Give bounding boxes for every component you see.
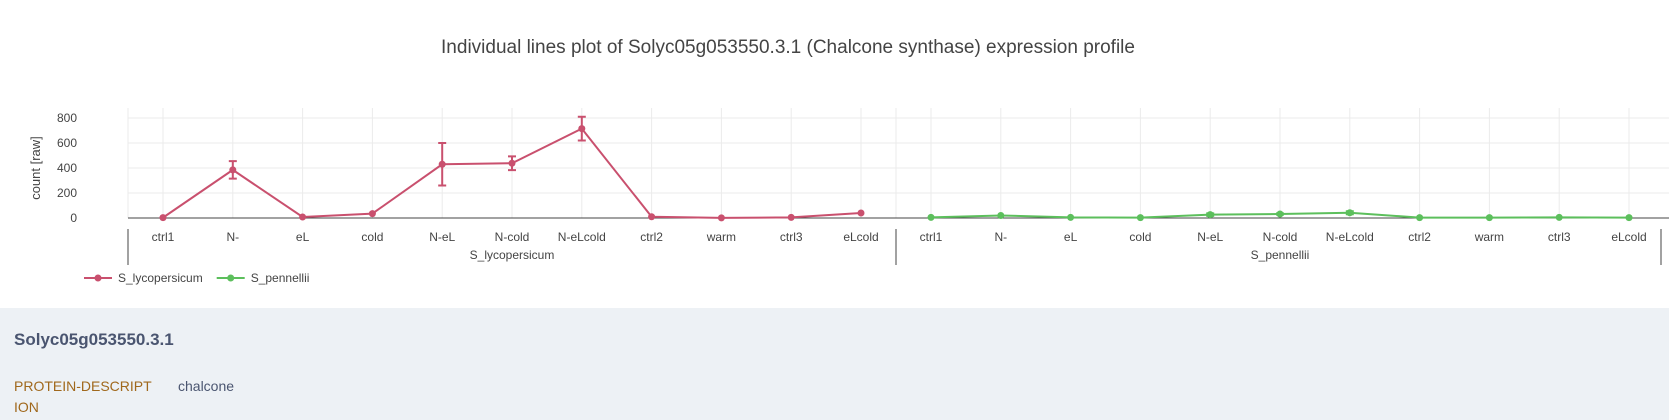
expression-chart: Individual lines plot of Solyc05g053550.… — [28, 37, 1669, 285]
x-tick-label: cold — [361, 230, 383, 244]
y-tick-label: 400 — [57, 161, 77, 175]
data-point — [927, 213, 935, 221]
y-axis-title: count [raw] — [28, 136, 43, 200]
data-point — [1136, 214, 1144, 222]
x-tick-label: N- — [994, 230, 1007, 244]
data-point — [1485, 214, 1493, 222]
y-tick-label: 0 — [70, 211, 77, 225]
y-tick-label: 200 — [57, 186, 77, 200]
x-tick-label: N-eLcold — [1326, 230, 1374, 244]
data-point — [299, 213, 307, 221]
x-tick-label: warm — [706, 230, 736, 244]
group-label: S_lycopersicum — [470, 248, 555, 262]
axes: 0200400600800ctrl1 N-eL cold N-eL N-cold N-eL… — [57, 111, 1669, 265]
x-tick-label: ctrl1 — [152, 230, 175, 244]
info-key-label: PROTEIN-DESCRIPTION — [14, 378, 152, 415]
data-point — [1067, 213, 1075, 221]
x-tick-label: N-eLcold — [558, 230, 606, 244]
legend-item-label[interactable]: S_pennellii — [251, 271, 310, 285]
data-point — [1416, 214, 1424, 222]
data-point — [997, 212, 1005, 219]
x-tick-label: N-cold — [495, 230, 530, 244]
legend[interactable]: S_lycopersicum S_pennellii — [84, 271, 309, 285]
data-point — [1346, 209, 1354, 217]
data-point — [1625, 214, 1633, 222]
data-point — [508, 159, 516, 167]
x-tick-label: warm — [1474, 230, 1504, 244]
y-tick-label: 600 — [57, 136, 77, 150]
legend-swatch-marker[interactable] — [94, 274, 102, 282]
x-tick-label: N-cold — [1263, 230, 1298, 244]
data-point — [1555, 213, 1563, 221]
x-tick-label: N-eL — [1197, 230, 1223, 244]
x-tick-label: N- — [226, 230, 239, 244]
grid — [127, 108, 1669, 218]
legend-swatch-marker[interactable] — [227, 274, 235, 282]
data-point — [857, 209, 865, 217]
data-point — [717, 214, 725, 222]
gene-id-title: Solyc05g053550.3.1 — [14, 330, 174, 349]
x-tick-label: eL — [296, 230, 310, 244]
x-tick-label: eL — [1064, 230, 1078, 244]
x-tick-label: ctrl2 — [1408, 230, 1431, 244]
x-tick-label: ctrl1 — [920, 230, 943, 244]
chart-title: Individual lines plot of Solyc05g053550.… — [441, 37, 1135, 58]
data-point — [1206, 211, 1214, 219]
data-point — [578, 125, 586, 133]
data-point — [368, 210, 376, 218]
legend-item-label[interactable]: S_lycopersicum — [118, 271, 203, 285]
y-tick-label: 800 — [57, 111, 77, 125]
x-tick-label: eLcold — [1611, 230, 1646, 244]
x-tick-label: eLcold — [843, 230, 878, 244]
info-value: chalcone — [178, 378, 235, 394]
data-point — [438, 160, 446, 168]
data-point — [159, 214, 167, 222]
x-tick-label: N-eL — [429, 230, 455, 244]
x-tick-label: cold — [1129, 230, 1151, 244]
data-point — [787, 213, 795, 221]
x-tick-label: ctrl3 — [780, 230, 803, 244]
x-tick-label: ctrl3 — [1548, 230, 1571, 244]
gene-info-panel: Solyc05g053550.3.1 PROTEIN-DESCRIPTION c… — [0, 308, 1669, 420]
x-tick-label: ctrl2 — [640, 230, 663, 244]
data-point — [648, 213, 656, 221]
data-point — [1276, 210, 1284, 218]
data-point — [229, 166, 237, 174]
group-label: S_pennellii — [1251, 248, 1310, 262]
